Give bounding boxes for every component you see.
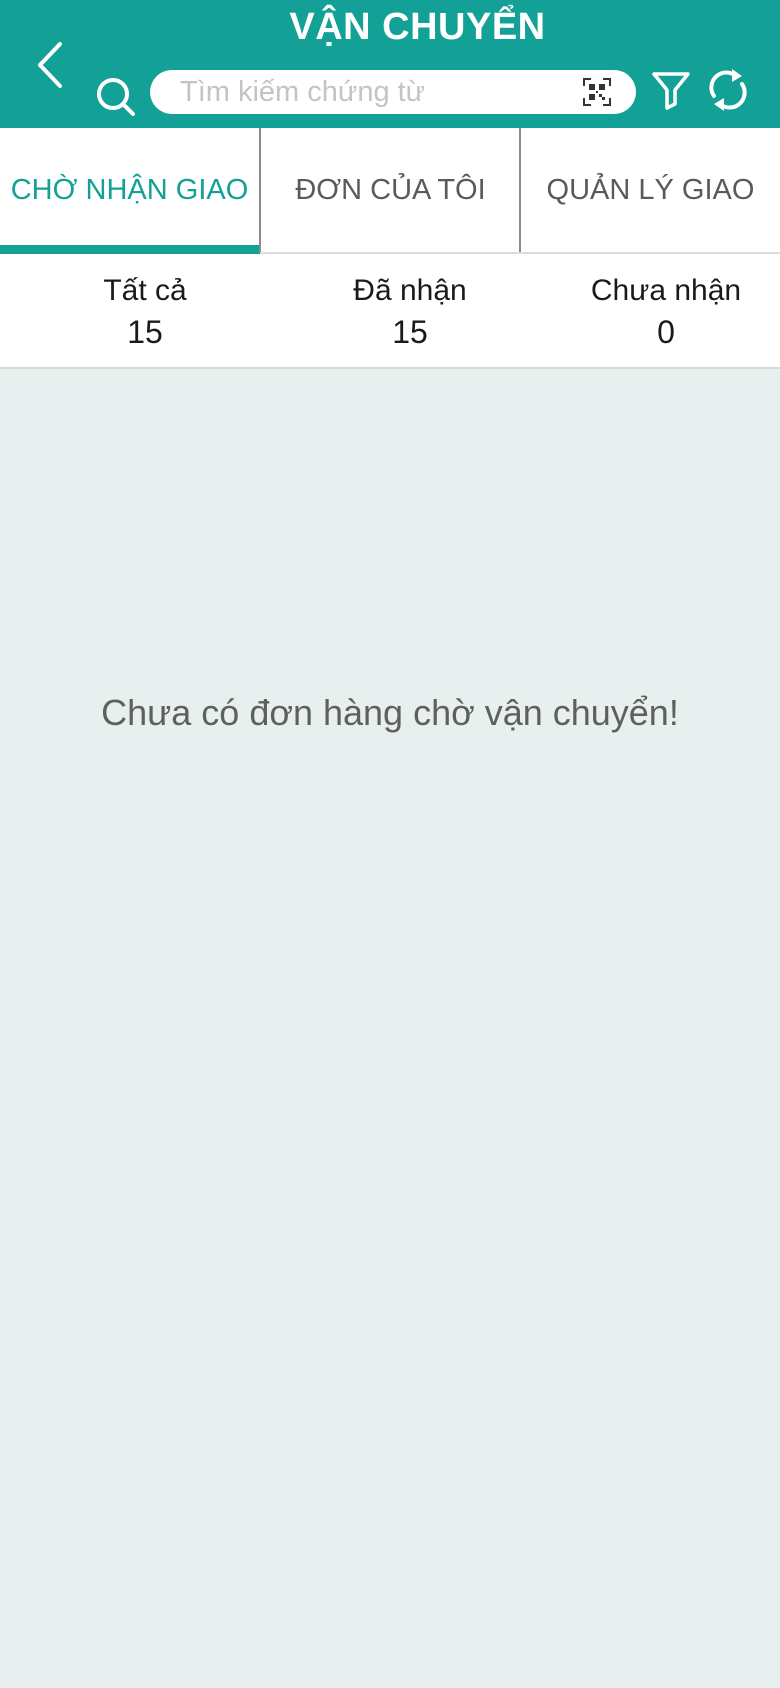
refresh-button[interactable] [706,66,750,114]
back-button[interactable] [30,38,74,92]
filter-icon [652,72,690,110]
stat-value: 15 [127,314,163,350]
app-header: VẬN CHUYỂN [0,0,780,128]
filter-button[interactable] [650,68,692,112]
tab-label: ĐƠN CỦA TÔI [295,173,486,206]
stat-chua-nhan[interactable]: Chưa nhận 0 [546,274,780,351]
search-box [150,70,636,114]
stat-label: Tất cả [103,274,187,307]
tab-don-cua-toi[interactable]: ĐƠN CỦA TÔI [261,128,520,252]
tab-quan-ly-giao[interactable]: QUẢN LÝ GIAO [521,128,780,252]
stat-tat-ca[interactable]: Tất cả 15 [25,274,265,351]
empty-state-message: Chưa có đơn hàng chờ vận chuyển! [101,692,679,733]
stat-da-nhan[interactable]: Đã nhận 15 [290,274,530,351]
stats-bar: Tất cả 15 Đã nhận 15 Chưa nhận 0 [0,254,780,369]
qr-scan-button[interactable] [582,77,612,107]
tab-cho-nhan-giao[interactable]: CHỜ NHẬN GIAO [0,128,260,254]
search-icon[interactable] [94,74,138,118]
back-icon [38,42,62,88]
active-tab-indicator [0,245,260,254]
tab-bar: CHỜ NHẬN GIAO ĐƠN CỦA TÔI QUẢN LÝ GIAO [0,128,780,254]
tab-label: CHỜ NHẬN GIAO [10,173,249,206]
tab-label: QUẢN LÝ GIAO [546,173,755,206]
stat-label: Đã nhận [353,274,467,307]
stat-value: 15 [392,314,428,350]
stat-label: Chưa nhận [590,274,742,307]
search-input[interactable] [180,70,570,114]
qr-scan-icon [583,78,611,106]
stat-value: 0 [657,314,675,350]
refresh-icon [709,69,747,111]
page-title: VẬN CHUYỂN [289,6,546,48]
